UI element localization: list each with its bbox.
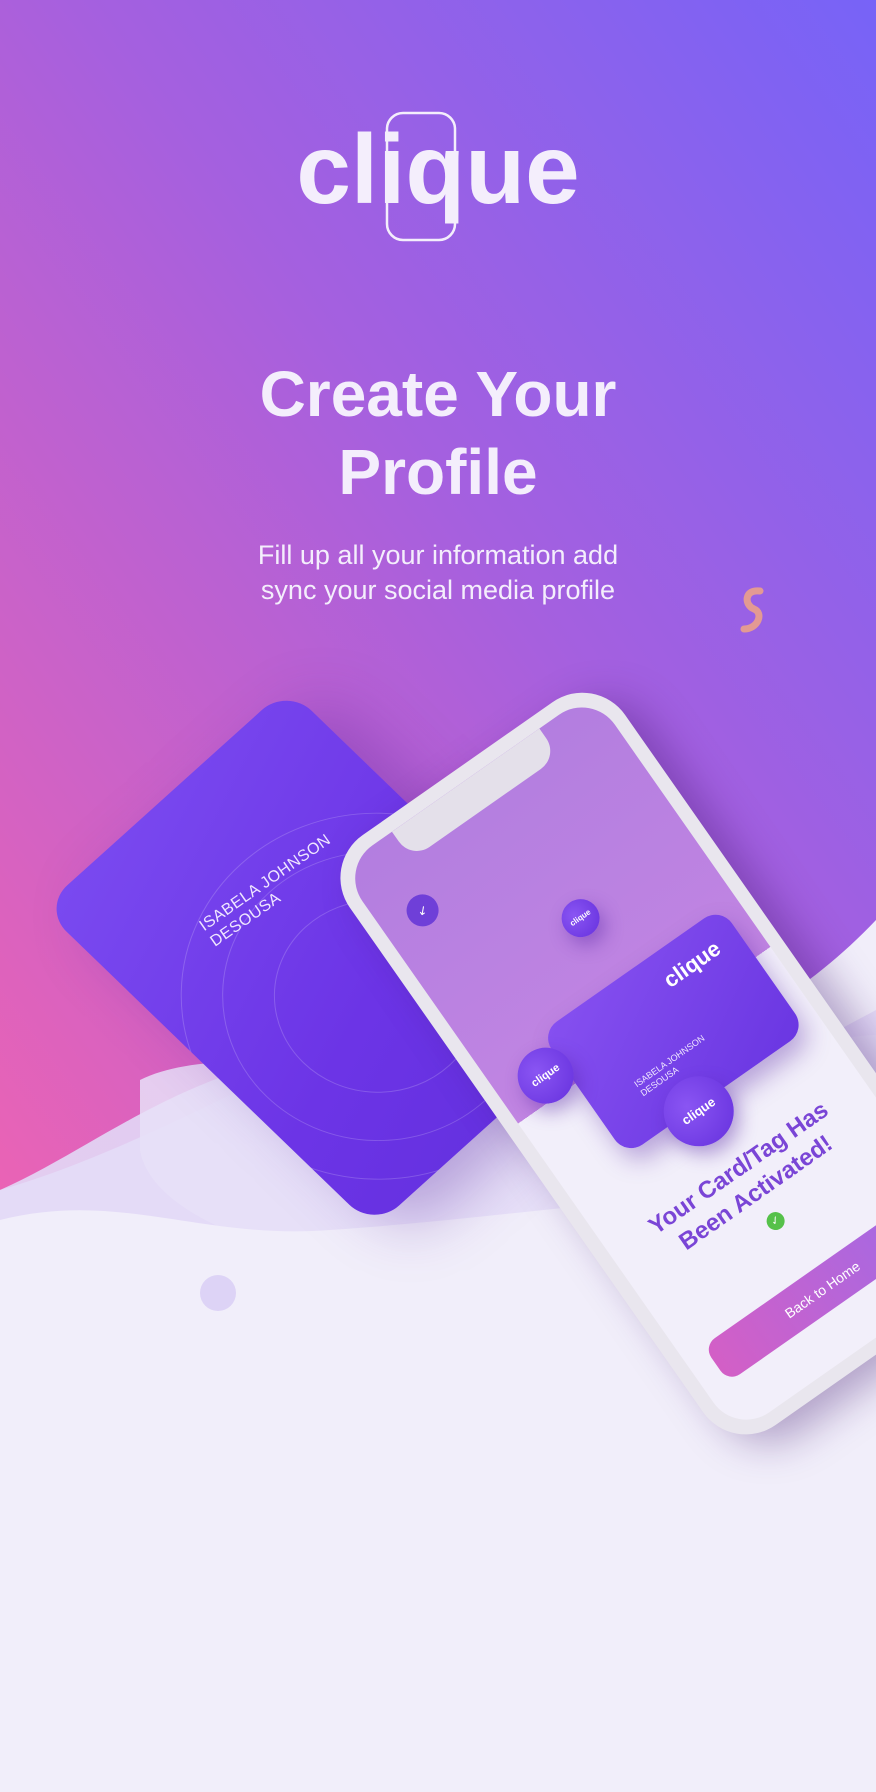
back-to-home-label: Back to Home — [781, 1257, 864, 1322]
clique-logo: clique — [296, 111, 580, 242]
onboarding-screen: clique Create Your Profile Fill up all y… — [0, 0, 876, 1792]
logo-wordmark: clique — [296, 114, 579, 224]
nfc-tag-small: clique — [554, 891, 608, 945]
squiggle-decoration — [740, 587, 764, 633]
page-title: Create Your Profile — [0, 355, 876, 511]
tag-left-label: clique — [529, 1061, 563, 1090]
decorative-dot — [200, 1275, 236, 1311]
subtitle-line-1: Fill up all your information add — [257, 540, 619, 570]
title-line-2: Profile — [338, 436, 538, 508]
tag-small-label: clique — [568, 907, 593, 929]
title-line-1: Create Your — [259, 358, 617, 430]
mini-card-logo: clique — [658, 935, 726, 993]
tag-big-label: clique — [678, 1093, 719, 1128]
check-icon: ✓ — [763, 1208, 789, 1234]
back-arrow-icon[interactable]: ↙ — [400, 888, 445, 933]
